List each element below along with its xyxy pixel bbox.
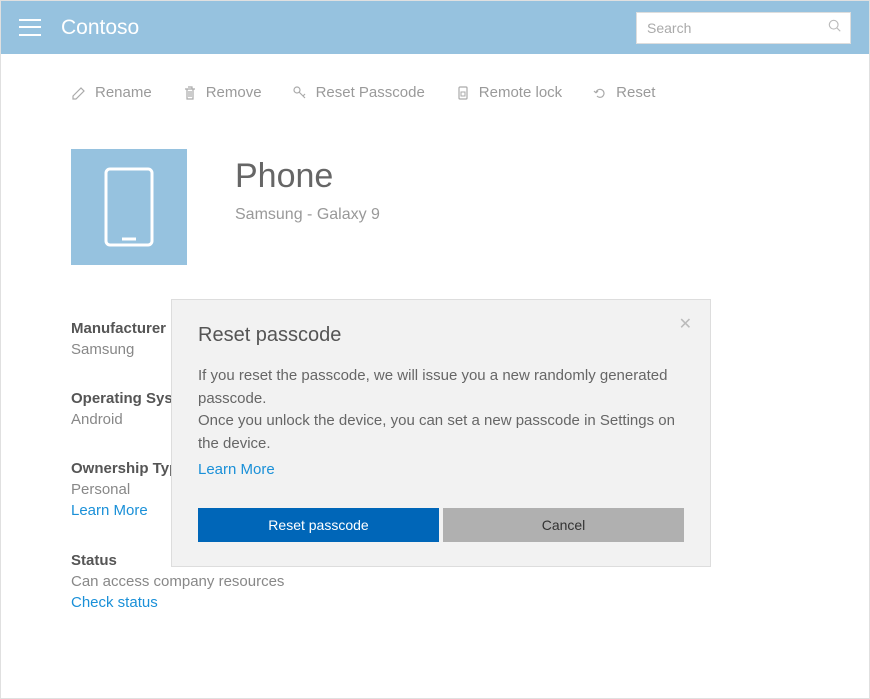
reset-passcode-dialog: ✕ Reset passcode If you reset the passco… bbox=[171, 299, 711, 567]
reset-passcode-label: Reset Passcode bbox=[316, 84, 425, 101]
dialog-body-line1: If you reset the passcode, we will issue… bbox=[198, 365, 684, 410]
ownership-learn-more-link[interactable]: Learn More bbox=[71, 502, 148, 519]
app-header: Contoso bbox=[1, 1, 869, 54]
status-value: Can access company resources bbox=[71, 573, 799, 590]
check-status-link[interactable]: Check status bbox=[71, 594, 158, 611]
dialog-body-line2: Once you unlock the device, you can set … bbox=[198, 410, 684, 455]
reset-button[interactable]: Reset bbox=[592, 84, 655, 101]
search-input[interactable] bbox=[647, 20, 828, 36]
remote-lock-label: Remote lock bbox=[479, 84, 562, 101]
device-info: Phone Samsung - Galaxy 9 bbox=[235, 149, 380, 224]
dialog-buttons: Reset passcode Cancel bbox=[198, 508, 684, 542]
rename-label: Rename bbox=[95, 84, 152, 101]
close-icon[interactable]: ✕ bbox=[679, 314, 692, 334]
device-toolbar: Rename Remove Reset Passcode Remote lock… bbox=[1, 54, 869, 119]
menu-icon[interactable] bbox=[19, 17, 41, 39]
device-title: Phone bbox=[235, 157, 380, 196]
device-subtitle: Samsung - Galaxy 9 bbox=[235, 206, 380, 224]
search-box[interactable] bbox=[636, 12, 851, 44]
phone-icon bbox=[104, 167, 154, 247]
remove-button[interactable]: Remove bbox=[182, 84, 262, 101]
pencil-icon bbox=[71, 85, 87, 101]
search-icon[interactable] bbox=[828, 19, 842, 36]
rename-button[interactable]: Rename bbox=[71, 84, 152, 101]
remove-label: Remove bbox=[206, 84, 262, 101]
dialog-body: If you reset the passcode, we will issue… bbox=[198, 365, 684, 482]
device-header: Phone Samsung - Galaxy 9 bbox=[71, 149, 799, 265]
trash-icon bbox=[182, 85, 198, 101]
reset-icon bbox=[592, 85, 608, 101]
confirm-button[interactable]: Reset passcode bbox=[198, 508, 439, 542]
brand-title: Contoso bbox=[61, 16, 139, 40]
lock-icon bbox=[455, 85, 471, 101]
key-icon bbox=[292, 85, 308, 101]
dialog-learn-more-link[interactable]: Learn More bbox=[198, 459, 275, 482]
device-tile bbox=[71, 149, 187, 265]
cancel-button[interactable]: Cancel bbox=[443, 508, 684, 542]
remote-lock-button[interactable]: Remote lock bbox=[455, 84, 562, 101]
dialog-title: Reset passcode bbox=[198, 324, 684, 347]
reset-passcode-button[interactable]: Reset Passcode bbox=[292, 84, 425, 101]
reset-label: Reset bbox=[616, 84, 655, 101]
